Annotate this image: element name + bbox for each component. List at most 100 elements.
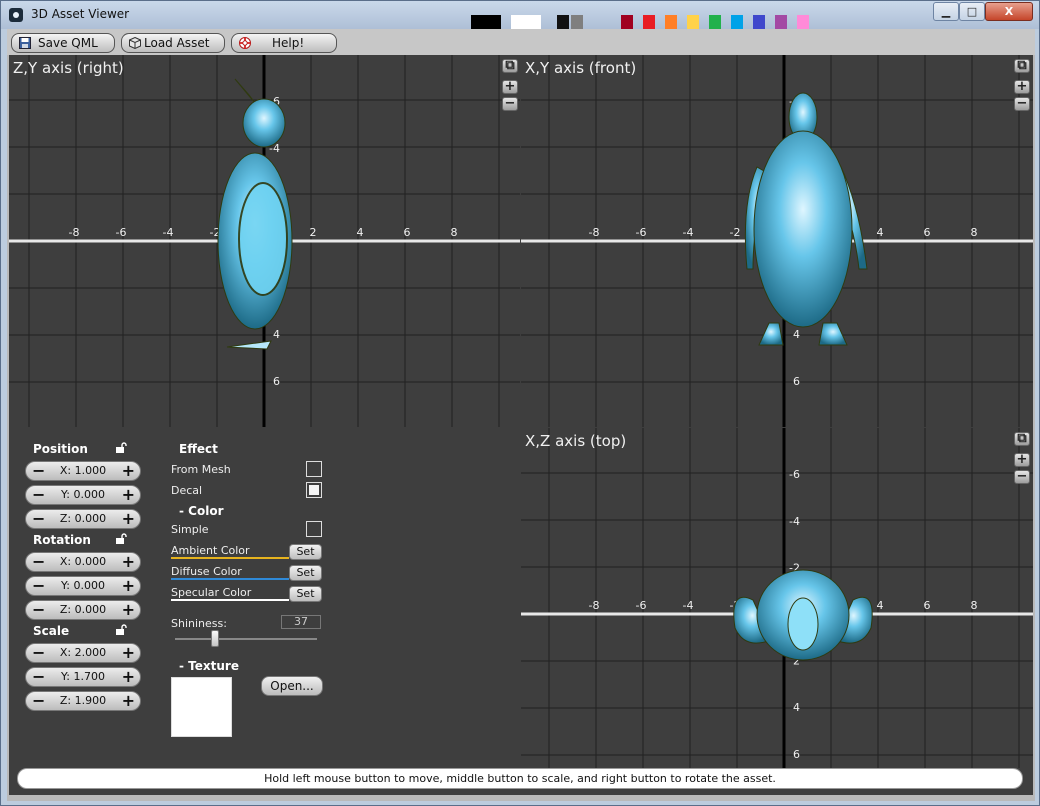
position-x-increment[interactable]: + xyxy=(122,462,135,480)
viewport-front-grid: -8-6-4-22468-6-4-22460.0 xyxy=(521,55,1033,427)
viewport-top-maximize-icon[interactable]: ⧉ xyxy=(1014,432,1030,446)
top-x-tick-label: -4 xyxy=(683,599,694,612)
rotation-lock-icon[interactable] xyxy=(115,533,127,545)
load-asset-button[interactable]: Load Asset xyxy=(121,33,225,53)
top-x-tick-label: 8 xyxy=(971,599,978,612)
scale-z-increment[interactable]: + xyxy=(122,692,135,710)
color-swatch[interactable] xyxy=(753,15,765,29)
rotation-x-value: X: 0.000 xyxy=(59,555,107,568)
scale-z-decrement[interactable]: − xyxy=(32,692,45,710)
color-swatch[interactable] xyxy=(797,15,809,29)
ambient-color-indicator xyxy=(171,557,289,559)
position-y-value: Y: 0.000 xyxy=(61,488,105,501)
scale-y-spinbox[interactable]: − Y: 1.700 + xyxy=(25,667,141,687)
viewport-front-zoom-in-icon[interactable]: + xyxy=(1014,80,1030,94)
from-mesh-checkbox[interactable] xyxy=(306,461,322,477)
position-z-increment[interactable]: + xyxy=(122,510,135,528)
client-area: Save QML Load Asset Help! -8 -6 -4 -2 2 4 6 8 -6… xyxy=(7,29,1035,801)
color-swatch[interactable] xyxy=(731,15,743,29)
front-x-tick-label: -2 xyxy=(730,226,741,239)
scale-x-decrement[interactable]: − xyxy=(32,644,45,662)
color-swatch[interactable] xyxy=(571,15,583,29)
rotation-y-spinbox[interactable]: − Y: 0.000 + xyxy=(25,576,141,596)
viewport-right-zoom-in-icon[interactable]: + xyxy=(502,80,518,94)
scale-lock-icon[interactable] xyxy=(115,624,127,636)
position-heading: Position xyxy=(33,442,88,456)
status-bar: Hold left mouse button to move, middle b… xyxy=(17,768,1023,789)
cube-icon xyxy=(129,37,141,49)
color-swatch[interactable] xyxy=(775,15,787,29)
front-x-tick-label: 6 xyxy=(924,226,931,239)
rotation-y-decrement[interactable]: − xyxy=(32,577,45,595)
viewport-front-maximize-icon[interactable]: ⧉ xyxy=(1014,59,1030,73)
shininess-slider-track[interactable] xyxy=(175,638,317,640)
position-z-spinbox[interactable]: − Z: 0.000 + xyxy=(25,509,141,529)
texture-preview[interactable] xyxy=(171,677,232,737)
position-z-decrement[interactable]: − xyxy=(32,510,45,528)
save-qml-button[interactable]: Save QML xyxy=(11,33,115,53)
position-y-decrement[interactable]: − xyxy=(32,486,45,504)
viewport-front-zoom-out-icon[interactable]: − xyxy=(1014,97,1030,111)
rotation-z-decrement[interactable]: − xyxy=(32,601,45,619)
right-x-tick-label: -4 xyxy=(163,226,174,239)
open-texture-button[interactable]: Open... xyxy=(261,676,323,696)
rotation-z-increment[interactable]: + xyxy=(122,601,135,619)
simple-checkbox[interactable] xyxy=(306,521,322,537)
color-swatch[interactable] xyxy=(687,15,699,29)
help-button[interactable]: Help! xyxy=(231,33,337,53)
shininess-value-field[interactable]: 37 xyxy=(281,615,321,629)
app-window: 3D Asset Viewer ▁ □ X Save QML Load Asse… xyxy=(0,0,1040,806)
penguin-head xyxy=(787,597,819,651)
color-heading: - Color xyxy=(179,504,224,518)
minimize-button[interactable]: ▁ xyxy=(933,2,959,21)
scale-y-increment[interactable]: + xyxy=(122,668,135,686)
position-y-increment[interactable]: + xyxy=(122,486,135,504)
viewport-front[interactable]: -8-6-4-22468-6-4-22460.0 X,Y axis (front… xyxy=(521,55,1033,427)
close-button[interactable]: X xyxy=(985,2,1033,21)
scale-x-increment[interactable]: + xyxy=(122,644,135,662)
ambient-color-set-button[interactable]: Set xyxy=(289,544,322,560)
scale-x-spinbox[interactable]: − X: 2.000 + xyxy=(25,643,141,663)
scale-y-decrement[interactable]: − xyxy=(32,668,45,686)
color-swatch[interactable] xyxy=(557,15,569,29)
rotation-x-increment[interactable]: + xyxy=(122,553,135,571)
rotation-heading: Rotation xyxy=(33,533,91,547)
specular-color-indicator xyxy=(171,599,289,601)
viewport-right[interactable]: -8-6-4-22468-6-4-22460.0 Z,Y axis (right… xyxy=(9,55,520,427)
diffuse-color-label: Diffuse Color xyxy=(171,565,242,578)
viewport-top-zoom-out-icon[interactable]: − xyxy=(1014,470,1030,484)
specular-color-set-button[interactable]: Set xyxy=(289,586,322,602)
top-y-tick-label: -4 xyxy=(789,515,800,528)
front-x-tick-label: 8 xyxy=(971,226,978,239)
top-x-tick-label: -6 xyxy=(636,599,647,612)
viewport-front-title: X,Y axis (front) xyxy=(525,59,637,77)
window-title: 3D Asset Viewer xyxy=(31,7,130,21)
decal-checkbox[interactable] xyxy=(306,482,322,498)
color-swatch[interactable] xyxy=(643,15,655,29)
rotation-x-decrement[interactable]: − xyxy=(32,553,45,571)
color-swatch[interactable] xyxy=(511,15,541,29)
scale-z-spinbox[interactable]: − Z: 1.900 + xyxy=(25,691,141,711)
color-swatch[interactable] xyxy=(471,15,501,29)
main-area: -8-6-4-22468-6-4-22460.0 Z,Y axis (right… xyxy=(9,55,1033,795)
shininess-slider-thumb[interactable] xyxy=(211,630,219,647)
position-lock-icon[interactable] xyxy=(115,442,127,454)
maximize-button[interactable]: □ xyxy=(959,2,985,21)
rotation-x-spinbox[interactable]: − X: 0.000 + xyxy=(25,552,141,572)
position-y-spinbox[interactable]: − Y: 0.000 + xyxy=(25,485,141,505)
position-x-decrement[interactable]: − xyxy=(32,462,45,480)
viewport-right-zoom-out-icon[interactable]: − xyxy=(502,97,518,111)
color-swatch[interactable] xyxy=(665,15,677,29)
rotation-y-increment[interactable]: + xyxy=(122,577,135,595)
color-swatch[interactable] xyxy=(709,15,721,29)
viewport-right-maximize-icon[interactable]: ⧉ xyxy=(502,59,518,73)
diffuse-color-indicator xyxy=(171,578,289,580)
position-x-spinbox[interactable]: − X: 1.000 + xyxy=(25,461,141,481)
viewport-top[interactable]: -8-6-4-22468-6-4-22460.0 X,Z axis (top) … xyxy=(521,428,1033,768)
color-swatch[interactable] xyxy=(621,15,633,29)
diffuse-color-set-button[interactable]: Set xyxy=(289,565,322,581)
viewport-top-zoom-in-icon[interactable]: + xyxy=(1014,453,1030,467)
rotation-z-spinbox[interactable]: − Z: 0.000 + xyxy=(25,600,141,620)
title-bar[interactable]: 3D Asset Viewer ▁ □ X xyxy=(1,1,1039,29)
viewport-right-grid: -8-6-4-22468-6-4-22460.0 xyxy=(9,55,520,427)
